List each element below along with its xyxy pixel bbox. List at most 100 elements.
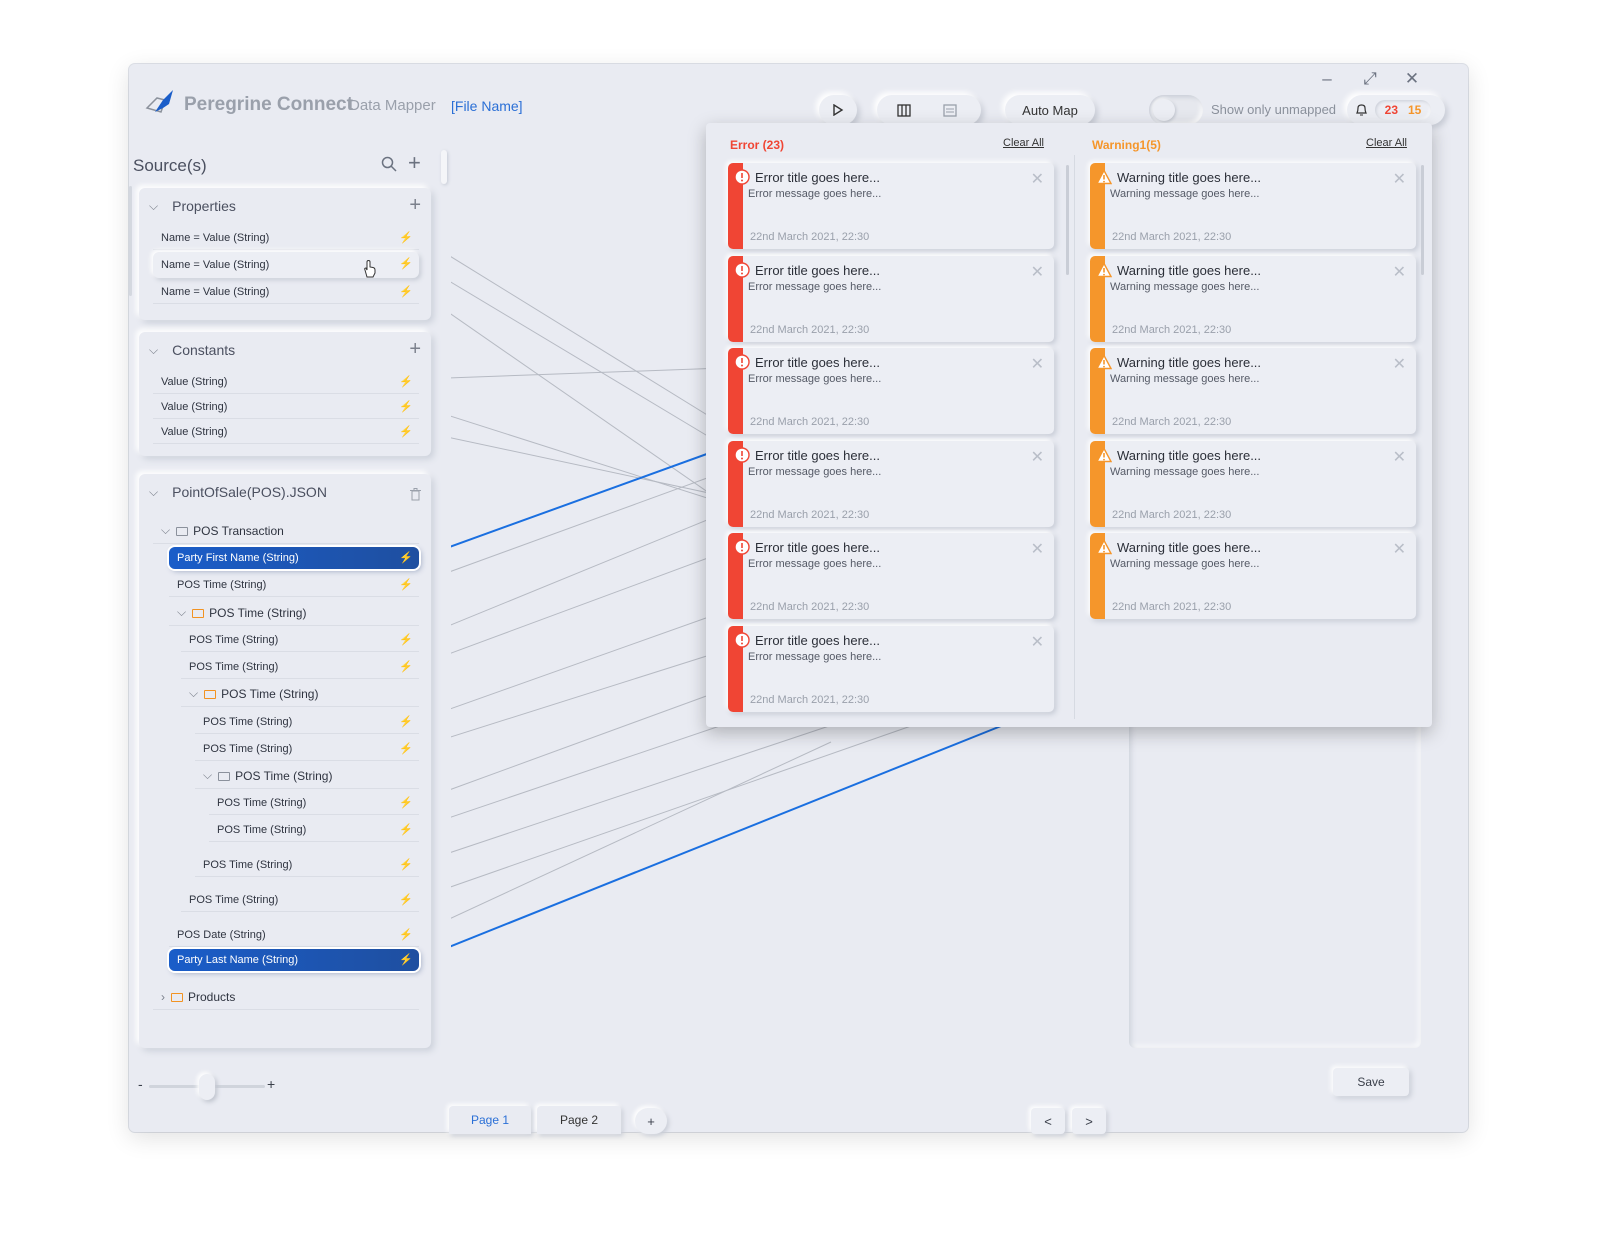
warning-message-card[interactable]: Warning title goes here... Warning messag… xyxy=(1090,440,1416,527)
constant-row[interactable]: Value (String) ⚡ xyxy=(153,370,419,394)
maximize-icon[interactable]: ⤢ xyxy=(1359,68,1381,90)
minimize-icon[interactable]: – xyxy=(1316,68,1338,90)
tree-field[interactable]: POS Time (String) ⚡ xyxy=(209,818,419,842)
tree-folder-products[interactable]: › Products xyxy=(153,984,419,1010)
tree-field[interactable]: POS Time (String) ⚡ xyxy=(181,888,419,912)
mapping-line-selected[interactable] xyxy=(451,721,1012,959)
lightning-icon[interactable]: ⚡ xyxy=(399,953,413,966)
tab-page-2[interactable]: Page 2 xyxy=(537,1106,621,1134)
close-icon[interactable]: ✕ xyxy=(1393,262,1406,282)
close-icon[interactable]: ✕ xyxy=(1401,68,1423,90)
tree-folder[interactable]: ⌵ POS Time (String) xyxy=(169,600,419,626)
add-property-icon[interactable]: + xyxy=(409,194,421,217)
close-icon[interactable]: ✕ xyxy=(1031,354,1044,374)
close-icon[interactable]: ✕ xyxy=(1393,169,1406,189)
lightning-icon[interactable]: ⚡ xyxy=(399,660,413,673)
error-message-card[interactable]: Error title goes here... Error message go… xyxy=(728,440,1054,527)
mapping-line[interactable] xyxy=(451,711,952,898)
auto-map-button[interactable]: Auto Map xyxy=(1005,95,1095,125)
file-name-link[interactable]: [File Name] xyxy=(451,98,523,114)
tree-folder[interactable]: ⌵ POS Time (String) xyxy=(181,681,419,707)
property-row[interactable]: Name = Value (String) ⚡ xyxy=(153,252,419,278)
lightning-icon[interactable]: ⚡ xyxy=(399,285,413,298)
notifications-button[interactable]: 23 15 xyxy=(1347,95,1445,125)
columns-view-icon[interactable] xyxy=(897,103,911,117)
constants-header[interactable]: ⌵ Constants xyxy=(149,342,235,358)
add-constant-icon[interactable]: + xyxy=(409,338,421,361)
constant-row[interactable]: Value (String) ⚡ xyxy=(153,420,419,444)
mapping-line[interactable] xyxy=(451,711,762,828)
property-row[interactable]: Name = Value (String) ⚡ xyxy=(153,226,419,250)
add-source-icon[interactable]: + xyxy=(408,150,421,176)
close-icon[interactable]: ✕ xyxy=(1031,539,1044,559)
search-icon[interactable] xyxy=(381,156,397,172)
lightning-icon[interactable]: ⚡ xyxy=(399,928,413,941)
constant-row[interactable]: Value (String) ⚡ xyxy=(153,395,419,419)
lightning-icon[interactable]: ⚡ xyxy=(399,715,413,728)
tree-field[interactable]: POS Time (String) ⚡ xyxy=(195,737,419,761)
warnings-scrollbar[interactable] xyxy=(1421,165,1424,275)
property-row[interactable]: Name = Value (String) ⚡ xyxy=(153,280,419,304)
error-message-card[interactable]: Error title goes here... Error message go… xyxy=(728,533,1054,620)
trash-icon[interactable] xyxy=(410,488,421,501)
view-mode-toggle[interactable] xyxy=(877,95,981,125)
mapping-line[interactable] xyxy=(451,711,872,863)
lightning-icon[interactable]: ⚡ xyxy=(399,633,413,646)
clear-all-warnings-link[interactable]: Clear All xyxy=(1366,137,1407,149)
panel-resize-handle[interactable] xyxy=(441,150,447,184)
add-page-button[interactable]: + xyxy=(635,1108,667,1134)
tab-page-1[interactable]: Page 1 xyxy=(449,1106,531,1134)
lightning-icon[interactable]: ⚡ xyxy=(399,257,413,270)
zoom-plus[interactable]: + xyxy=(267,1076,275,1092)
close-icon[interactable]: ✕ xyxy=(1393,539,1406,559)
close-icon[interactable]: ✕ xyxy=(1031,262,1044,282)
lightning-icon[interactable]: ⚡ xyxy=(399,893,413,906)
close-icon[interactable]: ✕ xyxy=(1031,169,1044,189)
tree-field[interactable]: POS Time (String) ⚡ xyxy=(195,853,419,877)
lightning-icon[interactable]: ⚡ xyxy=(399,858,413,871)
lightning-icon[interactable]: ⚡ xyxy=(399,231,413,244)
lightning-icon[interactable]: ⚡ xyxy=(399,400,413,413)
close-icon[interactable]: ✕ xyxy=(1031,447,1044,467)
lightning-icon[interactable]: ⚡ xyxy=(399,551,413,564)
tree-field-party-last-name[interactable]: Party Last Name (String) ⚡ xyxy=(169,949,419,971)
warning-message-card[interactable]: Warning title goes here... Warning messag… xyxy=(1090,533,1416,620)
zoom-minus[interactable]: - xyxy=(138,1076,143,1092)
form-view-icon[interactable] xyxy=(943,103,957,117)
error-message-card[interactable]: Error title goes here... Error message go… xyxy=(728,348,1054,435)
zoom-thumb[interactable] xyxy=(199,1074,215,1100)
tree-field-party-first-name[interactable]: Party First Name (String) ⚡ xyxy=(169,547,419,569)
tree-field[interactable]: POS Time (String) ⚡ xyxy=(181,628,419,652)
clear-all-errors-link[interactable]: Clear All xyxy=(1003,137,1044,149)
error-message-card[interactable]: Error title goes here... Error message go… xyxy=(728,255,1054,342)
tree-folder[interactable]: ⌵ POS Time (String) xyxy=(195,763,419,789)
show-unmapped-toggle[interactable] xyxy=(1149,95,1203,125)
source-scrollbar[interactable] xyxy=(129,186,132,296)
tree-field[interactable]: POS Time (String) ⚡ xyxy=(195,710,419,734)
close-icon[interactable]: ✕ xyxy=(1393,447,1406,467)
prev-page-button[interactable]: < xyxy=(1031,1108,1065,1134)
mapping-line[interactable] xyxy=(451,741,832,933)
tree-field[interactable]: POS Time (String) ⚡ xyxy=(181,655,419,679)
close-icon[interactable]: ✕ xyxy=(1031,632,1044,652)
zoom-slider[interactable]: - + xyxy=(138,1074,279,1100)
warning-message-card[interactable]: Warning title goes here... Warning messag… xyxy=(1090,255,1416,342)
lightning-icon[interactable]: ⚡ xyxy=(399,796,413,809)
lightning-icon[interactable]: ⚡ xyxy=(399,425,413,438)
mapping-line[interactable] xyxy=(451,686,732,801)
lightning-icon[interactable]: ⚡ xyxy=(399,742,413,755)
close-icon[interactable]: ✕ xyxy=(1393,354,1406,374)
warning-message-card[interactable]: Warning title goes here... Warning messag… xyxy=(1090,163,1416,249)
lightning-icon[interactable]: ⚡ xyxy=(399,578,413,591)
properties-header[interactable]: ⌵ Properties xyxy=(149,198,236,214)
save-button[interactable]: Save xyxy=(1333,1068,1409,1096)
run-button[interactable] xyxy=(819,95,857,125)
lightning-icon[interactable]: ⚡ xyxy=(399,375,413,388)
schema-header[interactable]: ⌵ PointOfSale(POS).JSON xyxy=(149,484,327,500)
tree-field[interactable]: POS Time (String) ⚡ xyxy=(169,573,419,597)
error-message-card[interactable]: Error title goes here... Error message go… xyxy=(728,163,1054,249)
tree-field[interactable]: POS Date (String) ⚡ xyxy=(169,923,419,947)
next-page-button[interactable]: > xyxy=(1072,1108,1106,1134)
tree-folder-pos-transaction[interactable]: ⌵ POS Transaction xyxy=(153,518,419,544)
error-message-card[interactable]: Error title goes here... Error message go… xyxy=(728,626,1054,712)
